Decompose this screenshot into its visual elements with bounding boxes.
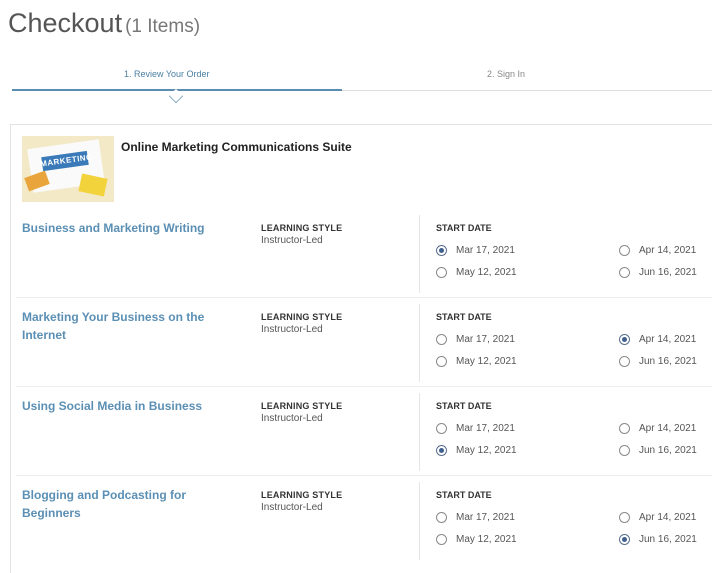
start-date-option[interactable]: May 12, 2021 [436,267,517,278]
start-date-option[interactable]: Mar 17, 2021 [436,512,515,523]
course-row: Business and Marketing Writing LEARNING S… [11,211,712,298]
start-date-option[interactable]: Apr 14, 2021 [619,334,696,345]
course-row: Marketing Your Business on the Internet L… [11,300,712,387]
course-row: Using Social Media in Business LEARNING S… [11,389,712,476]
start-date-label: START DATE [436,223,492,233]
start-date-option[interactable]: May 12, 2021 [436,445,517,456]
radio-checked-icon[interactable] [619,534,630,545]
start-date-option[interactable]: Jun 16, 2021 [619,356,697,367]
start-date-text: May 12, 2021 [456,445,517,456]
learning-style-value: Instructor-Led [261,324,323,335]
learning-style-value: Instructor-Led [261,502,323,513]
radio-unchecked-icon[interactable] [619,267,630,278]
column-divider [419,215,420,293]
step-sign-in[interactable]: 2. Sign In [487,69,525,79]
course-name-link[interactable]: Marketing Your Business on the Internet [22,308,247,344]
course-name-link[interactable]: Blogging and Podcasting for Beginners [22,486,247,522]
radio-unchecked-icon[interactable] [619,445,630,456]
checkout-steps: 1. Review Your Order 2. Sign In [12,62,712,104]
course-name-link[interactable]: Using Social Media in Business [22,397,247,415]
learning-style-value: Instructor-Led [261,235,323,246]
start-date-option[interactable]: Apr 14, 2021 [619,245,696,256]
start-date-text: May 12, 2021 [456,267,517,278]
suite-title: Online Marketing Communications Suite [121,140,352,154]
start-date-text: Apr 14, 2021 [639,334,697,345]
start-date-text: Apr 14, 2021 [639,245,697,256]
start-date-text: Apr 14, 2021 [639,512,697,523]
start-date-label: START DATE [436,401,492,411]
course-row: Blogging and Podcasting for Beginners LEA… [11,478,712,564]
start-date-text: Jun 16, 2021 [639,267,697,278]
start-date-option[interactable]: Jun 16, 2021 [619,534,697,545]
row-divider [16,386,712,387]
radio-unchecked-icon[interactable] [619,512,630,523]
radio-unchecked-icon[interactable] [619,423,630,434]
start-date-label: START DATE [436,312,492,322]
learning-style-label: LEARNING STYLE [261,312,343,322]
column-divider [419,482,420,560]
start-date-option[interactable]: Jun 16, 2021 [619,445,697,456]
radio-unchecked-icon[interactable] [619,356,630,367]
radio-unchecked-icon[interactable] [436,534,447,545]
learning-style-value: Instructor-Led [261,413,323,424]
start-date-text: Mar 17, 2021 [456,512,515,523]
start-date-option[interactable]: Mar 17, 2021 [436,245,515,256]
step-review-order[interactable]: 1. Review Your Order [124,69,210,79]
start-date-text: Mar 17, 2021 [456,423,515,434]
radio-unchecked-icon[interactable] [436,267,447,278]
row-divider [16,475,712,476]
start-date-label: START DATE [436,490,492,500]
learning-style-label: LEARNING STYLE [261,223,343,233]
start-date-option[interactable]: Mar 17, 2021 [436,334,515,345]
page-title: Checkout (1 Items) [8,8,200,39]
order-summary: MARKETING Online Marketing Communication… [10,124,712,573]
radio-unchecked-icon[interactable] [436,356,447,367]
active-step-caret-icon [168,88,184,104]
learning-style-label: LEARNING STYLE [261,490,343,500]
start-date-option[interactable]: Apr 14, 2021 [619,423,696,434]
start-date-text: Jun 16, 2021 [639,445,697,456]
start-date-text: May 12, 2021 [456,534,517,545]
radio-unchecked-icon[interactable] [436,334,447,345]
radio-unchecked-icon[interactable] [436,512,447,523]
start-date-text: Mar 17, 2021 [456,245,515,256]
start-date-text: Apr 14, 2021 [639,423,697,434]
item-count: (1 Items) [125,16,201,37]
page-title-text: Checkout [8,8,123,38]
column-divider [419,304,420,382]
column-divider [419,393,420,471]
start-date-text: Jun 16, 2021 [639,534,697,545]
radio-unchecked-icon[interactable] [619,245,630,256]
radio-checked-icon[interactable] [436,245,447,256]
start-date-option[interactable]: Apr 14, 2021 [619,512,696,523]
suite-thumbnail: MARKETING [22,136,114,202]
radio-unchecked-icon[interactable] [436,423,447,434]
row-divider [16,297,712,298]
start-date-option[interactable]: May 12, 2021 [436,534,517,545]
learning-style-label: LEARNING STYLE [261,401,343,411]
start-date-option[interactable]: Mar 17, 2021 [436,423,515,434]
start-date-text: Jun 16, 2021 [639,356,697,367]
radio-checked-icon[interactable] [436,445,447,456]
course-name-link[interactable]: Business and Marketing Writing [22,219,247,237]
start-date-text: May 12, 2021 [456,356,517,367]
start-date-option[interactable]: May 12, 2021 [436,356,517,367]
radio-checked-icon[interactable] [619,334,630,345]
start-date-option[interactable]: Jun 16, 2021 [619,267,697,278]
start-date-text: Mar 17, 2021 [456,334,515,345]
